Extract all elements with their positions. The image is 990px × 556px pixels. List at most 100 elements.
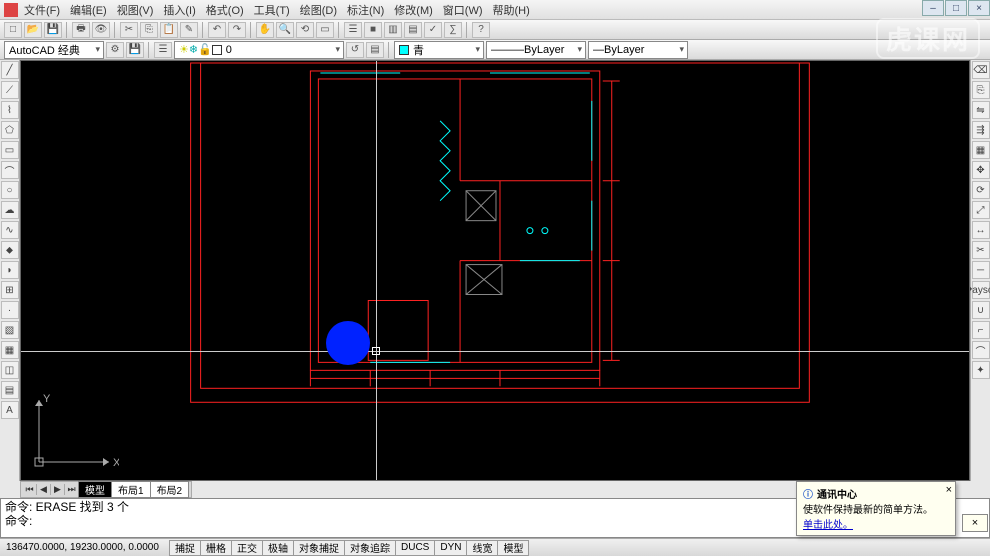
- mirror-icon[interactable]: ⇋: [972, 101, 990, 119]
- move-icon[interactable]: ✥: [972, 161, 990, 179]
- help-icon[interactable]: ?: [472, 22, 490, 38]
- toggle-ducs[interactable]: DUCS: [395, 540, 435, 556]
- spline-icon[interactable]: ∿: [1, 221, 19, 239]
- copy-icon[interactable]: ⎘: [972, 81, 990, 99]
- tab-prev-icon[interactable]: ◀: [37, 484, 51, 495]
- maximize-button[interactable]: □: [945, 0, 967, 16]
- menu-help[interactable]: 帮助(H): [493, 2, 530, 18]
- toggle-snap[interactable]: 捕捉: [169, 540, 201, 556]
- coordinates-readout[interactable]: 136470.0000, 19230.0000, 0.0000: [0, 542, 170, 553]
- save-icon[interactable]: 💾: [44, 22, 62, 38]
- menu-window[interactable]: 窗口(W): [443, 2, 483, 18]
- new-icon[interactable]: □: [4, 22, 22, 38]
- toggle-polar[interactable]: 极轴: [262, 540, 294, 556]
- notification-tray-icon[interactable]: ×: [962, 514, 988, 532]
- menu-tools[interactable]: 工具(T): [254, 2, 290, 18]
- tab-next-icon[interactable]: ▶: [51, 484, 65, 495]
- plot-preview-icon[interactable]: 👁: [92, 22, 110, 38]
- table-icon[interactable]: ▤: [1, 381, 19, 399]
- menu-view[interactable]: 视图(V): [117, 2, 154, 18]
- copy-clip-icon[interactable]: ⎘: [140, 22, 158, 38]
- workspace-dropdown[interactable]: AutoCAD 经典: [4, 41, 104, 59]
- ws-settings-icon[interactable]: ⚙: [106, 42, 124, 58]
- chamfer-icon[interactable]: ⌐: [972, 321, 990, 339]
- toggle-lwt[interactable]: 线宽: [466, 540, 498, 556]
- explode-icon[interactable]: ✦: [972, 361, 990, 379]
- tab-last-icon[interactable]: ⏭: [65, 484, 79, 495]
- fillet-icon[interactable]: ⌒: [972, 341, 990, 359]
- menu-edit[interactable]: 编辑(E): [70, 2, 107, 18]
- break-icon[interactable]: �ayson: [972, 281, 990, 299]
- menu-file[interactable]: 文件(F): [24, 2, 60, 18]
- toggle-osnap[interactable]: 对象捕捉: [293, 540, 345, 556]
- undo-icon[interactable]: ↶: [208, 22, 226, 38]
- layer-prev-icon[interactable]: ↺: [346, 42, 364, 58]
- ellipsearc-icon[interactable]: ◗: [1, 261, 19, 279]
- zoom-win-icon[interactable]: ▭: [316, 22, 334, 38]
- toggle-model[interactable]: 模型: [497, 540, 529, 556]
- scale-icon[interactable]: ⤢: [972, 201, 990, 219]
- paste-icon[interactable]: 📋: [160, 22, 178, 38]
- menu-insert[interactable]: 插入(I): [163, 2, 195, 18]
- revcloud-icon[interactable]: ☁: [1, 201, 19, 219]
- array-icon[interactable]: ▦: [972, 141, 990, 159]
- extend-icon[interactable]: ─: [972, 261, 990, 279]
- circle-icon[interactable]: ○: [1, 181, 19, 199]
- menu-dimension[interactable]: 标注(N): [347, 2, 384, 18]
- arc-icon[interactable]: ⌒: [1, 161, 19, 179]
- color-dropdown[interactable]: 青: [394, 41, 484, 59]
- drawing-canvas[interactable]: [21, 61, 969, 480]
- notification-close-icon[interactable]: ×: [946, 484, 952, 496]
- layer-state-icon[interactable]: ▤: [366, 42, 384, 58]
- toggle-grid[interactable]: 栅格: [200, 540, 232, 556]
- menu-draw[interactable]: 绘图(D): [300, 2, 337, 18]
- mtext-icon[interactable]: A: [1, 401, 19, 419]
- menu-modify[interactable]: 修改(M): [394, 2, 433, 18]
- offset-icon[interactable]: ⇶: [972, 121, 990, 139]
- props-icon[interactable]: ☰: [344, 22, 362, 38]
- zoom-rt-icon[interactable]: 🔍: [276, 22, 294, 38]
- toggle-otrack[interactable]: 对象追踪: [344, 540, 396, 556]
- tool-pal-icon[interactable]: ▥: [384, 22, 402, 38]
- minimize-button[interactable]: –: [922, 0, 944, 16]
- block-icon[interactable]: ⊞: [1, 281, 19, 299]
- pline-icon[interactable]: ⌇: [1, 101, 19, 119]
- tab-layout2[interactable]: 布局2: [150, 481, 190, 498]
- linetype-dropdown[interactable]: ——— ByLayer: [486, 41, 586, 59]
- layer-props-icon[interactable]: ☰: [154, 42, 172, 58]
- gradient-icon[interactable]: ▦: [1, 341, 19, 359]
- sheet-icon[interactable]: ▤: [404, 22, 422, 38]
- calc-icon[interactable]: ∑: [444, 22, 462, 38]
- xline-icon[interactable]: ⟋: [1, 81, 19, 99]
- open-icon[interactable]: 📂: [24, 22, 42, 38]
- markup-icon[interactable]: ✓: [424, 22, 442, 38]
- toggle-ortho[interactable]: 正交: [231, 540, 263, 556]
- zoom-prev-icon[interactable]: ⟲: [296, 22, 314, 38]
- pan-icon[interactable]: ✋: [256, 22, 274, 38]
- join-icon[interactable]: ∪: [972, 301, 990, 319]
- layer-dropdown[interactable]: ☀❄🔓 0: [174, 41, 344, 59]
- drawing-area[interactable]: X Y: [20, 60, 970, 481]
- toggle-dyn[interactable]: DYN: [434, 540, 467, 556]
- hatch-icon[interactable]: ▧: [1, 321, 19, 339]
- tab-model[interactable]: 模型: [78, 481, 112, 498]
- line-icon[interactable]: ╱: [1, 61, 19, 79]
- tab-layout1[interactable]: 布局1: [111, 481, 151, 498]
- menu-format[interactable]: 格式(O): [206, 2, 244, 18]
- tab-first-icon[interactable]: ⏮: [23, 484, 37, 495]
- close-button[interactable]: ×: [968, 0, 990, 16]
- rotate-icon[interactable]: ⟳: [972, 181, 990, 199]
- polygon-icon[interactable]: ⬠: [1, 121, 19, 139]
- ws-save-icon[interactable]: 💾: [126, 42, 144, 58]
- erase-icon[interactable]: ⌫: [972, 61, 990, 79]
- print-icon[interactable]: 🖶: [72, 22, 90, 38]
- cut-icon[interactable]: ✂: [120, 22, 138, 38]
- notification-link[interactable]: 单击此处。: [803, 520, 853, 531]
- lineweight-dropdown[interactable]: — ByLayer: [588, 41, 688, 59]
- region-icon[interactable]: ◫: [1, 361, 19, 379]
- dcenter-icon[interactable]: ■: [364, 22, 382, 38]
- ellipse-icon[interactable]: ⬥: [1, 241, 19, 259]
- match-icon[interactable]: ✎: [180, 22, 198, 38]
- redo-icon[interactable]: ↷: [228, 22, 246, 38]
- trim-icon[interactable]: ✂: [972, 241, 990, 259]
